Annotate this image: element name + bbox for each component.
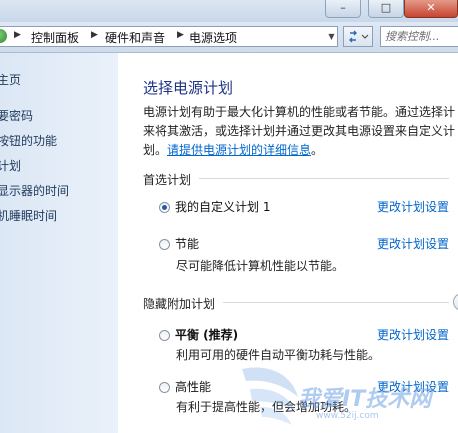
- breadcrumb-hardware-sound[interactable]: 硬件和声音: [105, 29, 165, 46]
- plan-name-custom[interactable]: 我的自定义计划 1: [175, 198, 270, 215]
- change-plan-settings-link[interactable]: 更改计划设置: [377, 235, 449, 252]
- address-bar[interactable]: ▶ 控制面板 ▶ 硬件和声音 ▶ 电源选项 ▼: [0, 26, 338, 47]
- control-panel-icon: [0, 29, 7, 43]
- search-box[interactable]: [380, 26, 458, 47]
- maximize-icon: □: [380, 1, 392, 14]
- description-line-1: 电源计划有助于最大化计算机的性能或者节能。通过选择计: [143, 105, 456, 119]
- hidden-plans-label: 隐藏附加计划: [143, 297, 216, 311]
- plan-details-link[interactable]: 请提供电源计划的详细信息: [167, 143, 311, 157]
- main-content: 选择电源计划 电源计划有助于最大化计算机的性能或者节能。通过选择计 来将其激活，…: [119, 53, 458, 433]
- divider: [223, 302, 449, 303]
- navigation-bar: ▶ 控制面板 ▶ 硬件和声音 ▶ 电源选项 ▼: [0, 22, 458, 53]
- search-input[interactable]: [385, 29, 458, 44]
- plan-radio-custom[interactable]: [159, 202, 170, 213]
- description-line-3: 划。请提供电源计划的详细信息。: [143, 141, 323, 158]
- minimize-icon: –: [340, 1, 346, 14]
- close-button[interactable]: ✕: [404, 0, 458, 18]
- description-line-2: 来将其激活，或选择计划并通过更改其电源设置来自定义计: [143, 124, 456, 138]
- description-line-3-end: 。: [311, 143, 324, 157]
- plan-name-balanced[interactable]: 平衡 (推荐): [175, 326, 238, 343]
- divider: [199, 178, 449, 179]
- left-link-display-off[interactable]: 显示器的时间: [0, 182, 69, 199]
- page-title: 选择电源计划: [143, 79, 234, 97]
- plan-name-high-performance[interactable]: 高性能: [175, 378, 211, 395]
- breadcrumb-separator-icon[interactable]: ▶: [14, 30, 21, 40]
- breadcrumb-control-panel[interactable]: 控制面板: [31, 29, 79, 46]
- close-icon: ✕: [426, 1, 436, 14]
- left-link-home[interactable]: 主页: [0, 71, 21, 88]
- plan-radio-power-saver[interactable]: [159, 239, 170, 250]
- collapse-button[interactable]: ⌃: [453, 293, 458, 311]
- address-dropdown-icon[interactable]: ▼: [326, 27, 337, 46]
- maximize-button[interactable]: □: [368, 0, 404, 18]
- change-plan-settings-link[interactable]: 更改计划设置: [377, 378, 449, 395]
- description-line-3-text: 划。: [143, 143, 168, 157]
- plan-radio-balanced[interactable]: [159, 330, 170, 341]
- plan-desc-power-saver: 尽可能降低计算机性能以节能。: [176, 259, 345, 273]
- breadcrumb-separator-icon[interactable]: ▶: [91, 30, 98, 40]
- plan-radio-high-performance[interactable]: [159, 382, 170, 393]
- preferred-plans-label: 首选计划: [143, 173, 192, 187]
- plan-name-power-saver[interactable]: 节能: [175, 235, 199, 252]
- refresh-button[interactable]: [343, 26, 373, 47]
- plan-desc-balanced: 利用可用的硬件自动平衡功耗与性能。: [176, 348, 381, 362]
- minimize-button[interactable]: –: [325, 0, 361, 18]
- change-plan-settings-link[interactable]: 更改计划设置: [377, 326, 449, 343]
- left-link-power-buttons[interactable]: 按钮的功能: [0, 132, 57, 149]
- breadcrumb-power-options[interactable]: 电源选项: [189, 29, 237, 46]
- window-title-bar: – □ ✕: [0, 0, 458, 22]
- left-task-pane: 主页 要密码 按钮的功能 计划 显示器的时间 机睡眠时间: [0, 53, 118, 433]
- breadcrumb-separator-icon[interactable]: ▶: [177, 30, 184, 40]
- plan-desc-high-performance: 有利于提高性能，但会增加功耗。: [176, 400, 357, 414]
- left-link-sleep-time[interactable]: 机睡眠时间: [0, 207, 57, 224]
- left-link-require-password[interactable]: 要密码: [0, 107, 33, 124]
- left-link-create-plan[interactable]: 计划: [0, 157, 21, 174]
- change-plan-settings-link[interactable]: 更改计划设置: [377, 198, 449, 215]
- refresh-icon: [349, 30, 369, 43]
